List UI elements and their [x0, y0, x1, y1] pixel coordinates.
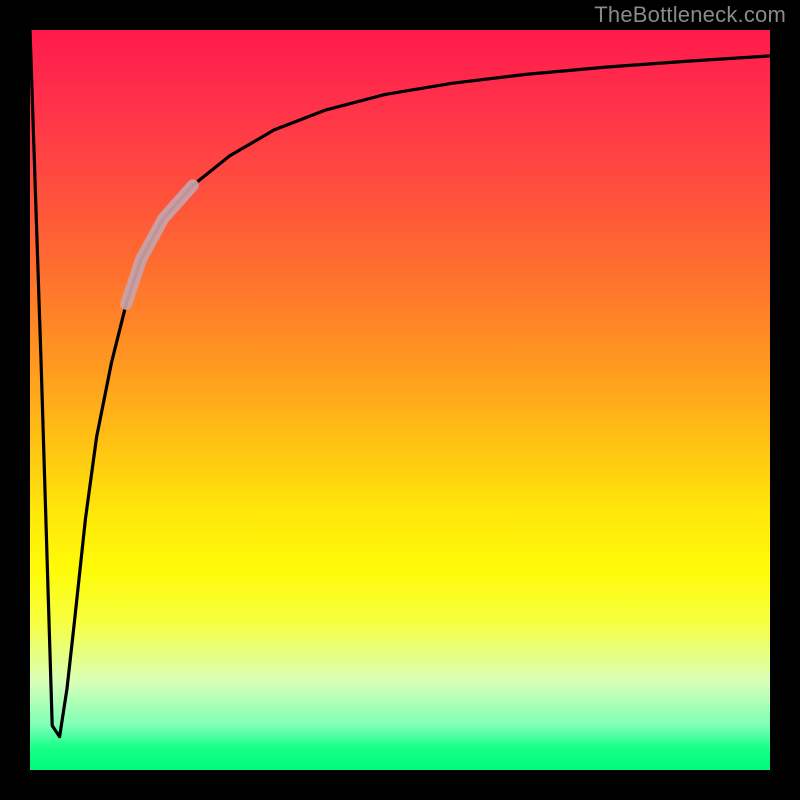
- curve-svg: [30, 30, 770, 770]
- attribution-text: TheBottleneck.com: [594, 2, 786, 28]
- highlight-segment-path: [126, 185, 193, 303]
- bottleneck-curve-path: [30, 30, 770, 737]
- plot-area: [30, 30, 770, 770]
- chart-frame: TheBottleneck.com: [0, 0, 800, 800]
